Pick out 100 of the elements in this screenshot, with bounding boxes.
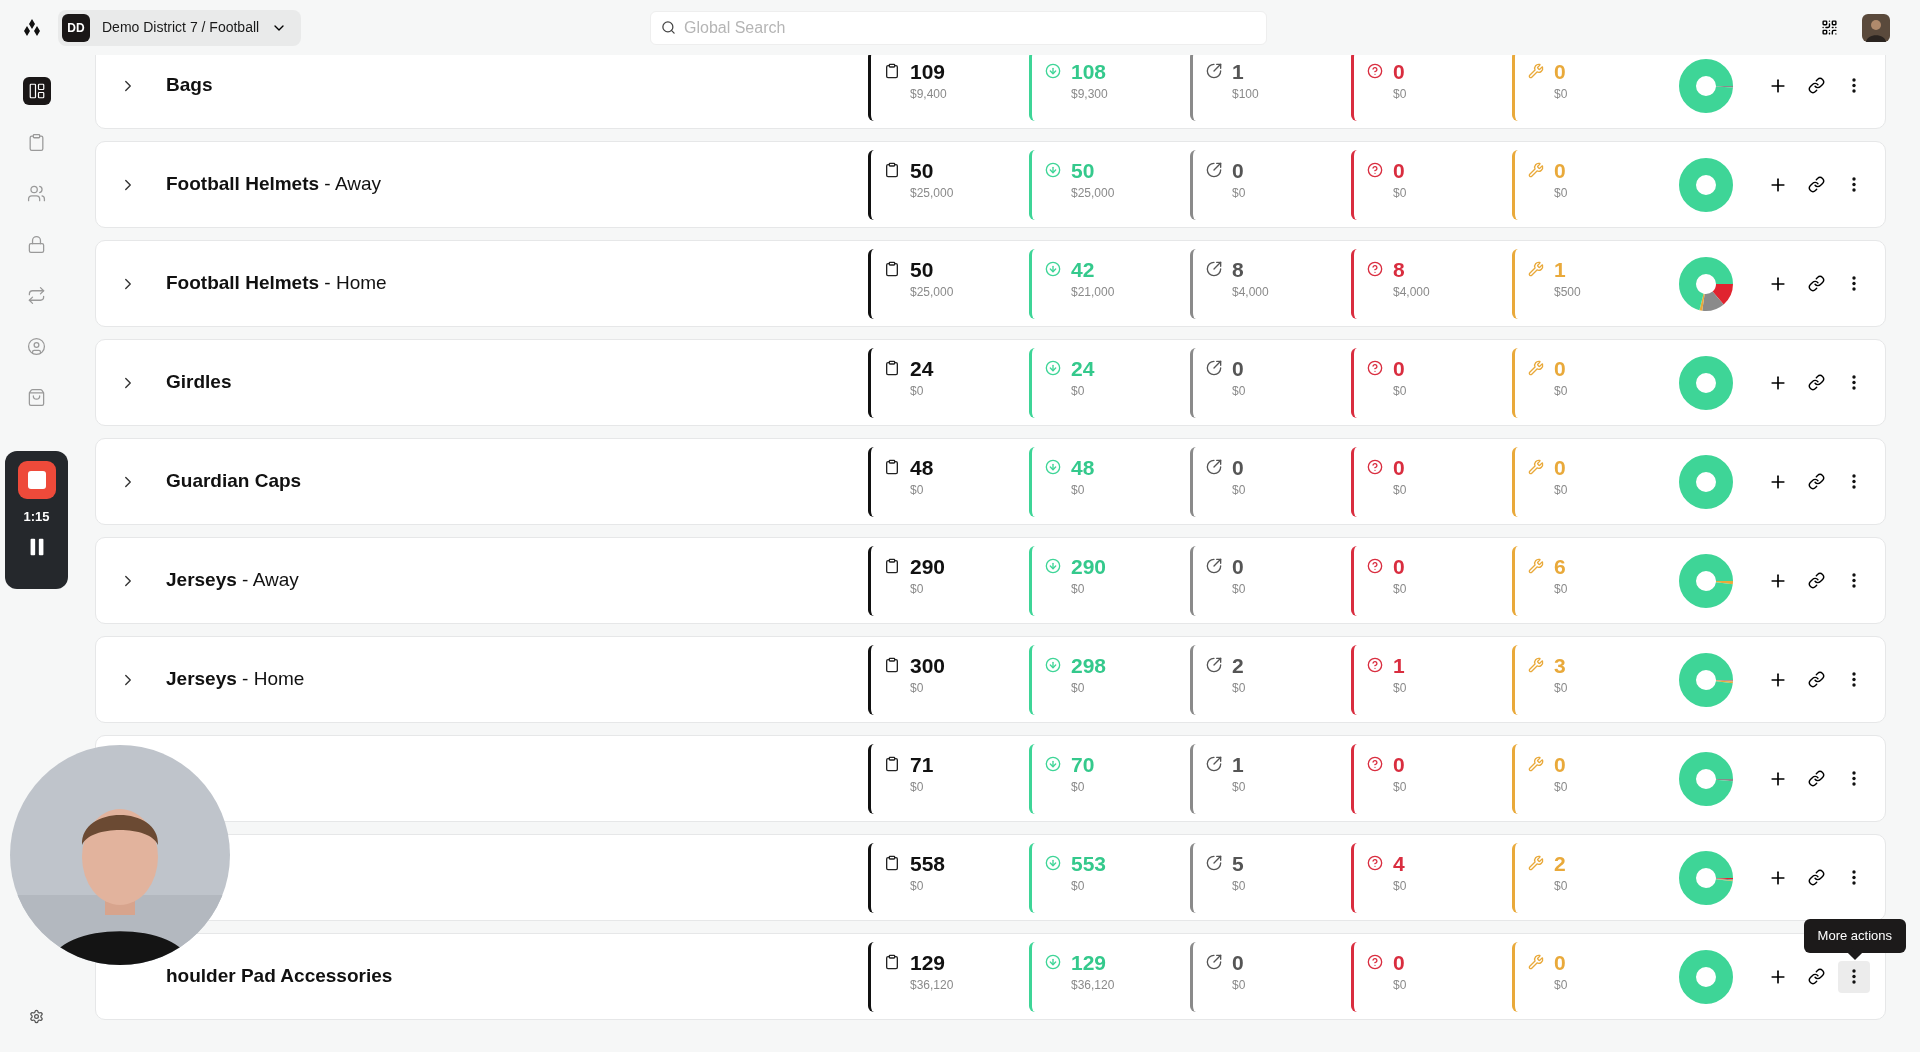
more-icon [1852, 375, 1856, 390]
stat-count: 0 [1554, 355, 1566, 382]
workspace-avatar: DD [62, 13, 90, 42]
arrow-out-circle-icon [1206, 854, 1222, 871]
stat-count: 558 [910, 850, 946, 877]
question-circle-icon [1367, 755, 1383, 772]
clipboard-icon [884, 260, 900, 277]
stop-recording-button[interactable] [17, 461, 56, 499]
arrow-out-circle-icon [1206, 557, 1222, 574]
users-icon [27, 183, 46, 203]
stat-amount: $0 [1554, 877, 1568, 895]
category-name: Jerseys - Away [166, 569, 299, 591]
search-icon [661, 20, 676, 35]
logo-icon[interactable] [22, 17, 42, 38]
link-icon [1807, 473, 1825, 490]
stat-amount: $0 [1071, 481, 1085, 499]
stat-amount: $0 [1232, 778, 1246, 796]
stat-amount: $0 [1071, 580, 1085, 598]
stat-count: 0 [1393, 949, 1405, 976]
link-icon [1807, 770, 1825, 787]
stat-count: 2 [1554, 850, 1566, 877]
stat-amount: $0 [1232, 481, 1246, 499]
stat-amount: $0 [1071, 778, 1085, 796]
category-name: Girdles [166, 371, 232, 393]
stat-count: 3 [1554, 652, 1566, 679]
stat-amount: $0 [1071, 679, 1085, 697]
avatar-icon[interactable] [1862, 13, 1890, 42]
more-icon [1852, 870, 1856, 885]
wrench-icon [1528, 62, 1544, 79]
link-icon [1807, 671, 1825, 688]
stat-amount: $0 [1554, 481, 1568, 499]
stat-count: 71 [910, 751, 934, 778]
stat-amount: $0 [910, 778, 924, 796]
question-circle-icon [1367, 62, 1383, 79]
category-name: Football Helmets - Away [166, 173, 382, 195]
stat-amount: $0 [1554, 679, 1568, 697]
swap-arrows-icon [27, 285, 46, 305]
link-icon [1807, 374, 1825, 391]
stat-amount: $0 [1232, 184, 1246, 202]
status-ring-drawing [1679, 850, 1733, 905]
link-icon [1807, 275, 1825, 292]
more-icon [1852, 771, 1856, 786]
question-circle-icon [1367, 359, 1383, 376]
stat-amount: $21,000 [1071, 283, 1115, 301]
more-icon [1852, 474, 1856, 489]
search-field[interactable]: Global Search [650, 10, 1267, 45]
question-circle-icon [1367, 260, 1383, 277]
stat-count: 0 [1393, 355, 1405, 382]
category-name: houlder Pad Accessories [166, 965, 393, 987]
stop-icon [27, 471, 46, 489]
qr-code-icon[interactable] [1821, 19, 1838, 36]
stat-amount: $25,000 [910, 184, 954, 202]
stat-amount: $0 [1554, 184, 1568, 202]
stat-count: 298 [1071, 652, 1107, 679]
status-ring-drawing [1679, 652, 1733, 707]
question-circle-icon [1367, 656, 1383, 673]
stat-count: 50 [910, 157, 934, 184]
wrench-icon [1528, 458, 1544, 475]
settings-icon[interactable] [29, 1009, 44, 1024]
status-ring-drawing [1679, 58, 1733, 113]
link-icon [1807, 77, 1825, 94]
stat-amount: $0 [1393, 976, 1407, 994]
wrench-icon [1528, 656, 1544, 673]
stat-count: 6 [1554, 553, 1566, 580]
stat-amount: $0 [1393, 85, 1407, 103]
stat-amount: $0 [1393, 877, 1407, 895]
stat-count: 42 [1071, 256, 1095, 283]
shopping-bag-icon [27, 387, 46, 407]
stat-count: 129 [910, 949, 946, 976]
stat-amount: $9,300 [1071, 85, 1108, 103]
more-actions-button[interactable] [1838, 960, 1870, 993]
stat-count: 129 [1071, 949, 1107, 976]
stat-count: 0 [1554, 949, 1566, 976]
dashboard-nav-button[interactable] [22, 77, 51, 105]
stat-count: 0 [1232, 949, 1244, 976]
wrench-icon [1528, 854, 1544, 871]
more-icon [1852, 177, 1856, 192]
user-circle-icon [27, 336, 46, 356]
stat-amount: $0 [1393, 580, 1407, 598]
arrow-out-circle-icon [1206, 62, 1222, 79]
link-icon [1807, 176, 1825, 193]
stat-count: 1 [1554, 256, 1566, 283]
more-icon [1852, 672, 1856, 687]
wrench-icon [1528, 359, 1544, 376]
stat-amount: $0 [1393, 184, 1407, 202]
stat-amount: $0 [910, 382, 924, 400]
stat-amount: $0 [1232, 976, 1246, 994]
link-icon [1807, 572, 1825, 589]
stat-count: 0 [1232, 553, 1244, 580]
status-ring-drawing [1679, 949, 1733, 1004]
stat-count: 1 [1393, 652, 1405, 679]
stat-count: 2 [1232, 652, 1244, 679]
workspace-switcher[interactable]: DD Demo District 7 / Football [58, 9, 302, 46]
stat-count: 300 [910, 652, 946, 679]
stat-count: 24 [910, 355, 934, 382]
stat-amount: $0 [1393, 778, 1407, 796]
arrow-down-circle-icon [1045, 260, 1061, 277]
stat-amount: $0 [1232, 580, 1246, 598]
more-icon [1852, 78, 1856, 93]
arrow-out-circle-icon [1206, 953, 1222, 970]
